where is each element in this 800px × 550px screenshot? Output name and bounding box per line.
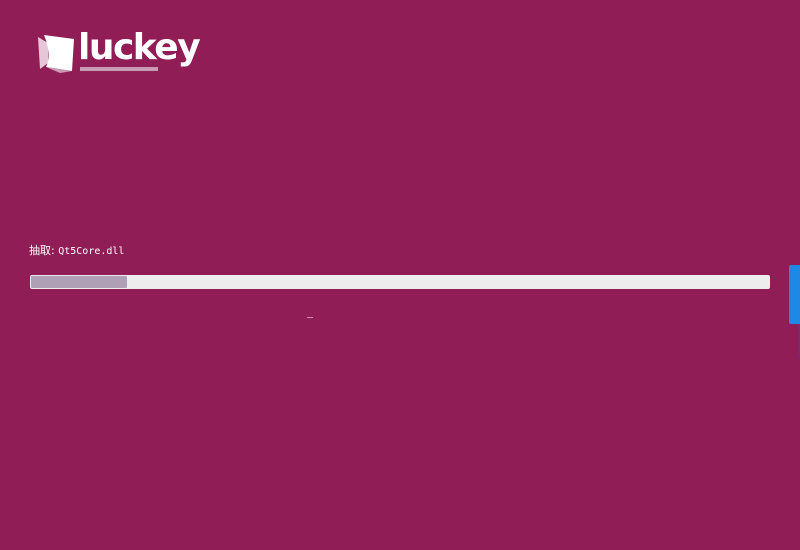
text-cursor-mark — [307, 317, 313, 318]
extraction-status: 抽取: Qt5Core.dll — [29, 243, 124, 259]
side-panel-tab[interactable] — [789, 265, 800, 324]
installer-window: luckey 抽取: Qt5Core.dll — [0, 0, 800, 550]
status-label: 抽取: — [29, 244, 55, 257]
brand-underline — [80, 67, 158, 71]
brand-wordmark: luckey — [78, 27, 201, 68]
luckey-logo-icon — [38, 35, 74, 73]
progress-bar — [30, 275, 770, 289]
progress-bar-fill — [31, 276, 127, 288]
status-filename: Qt5Core.dll — [58, 246, 125, 257]
